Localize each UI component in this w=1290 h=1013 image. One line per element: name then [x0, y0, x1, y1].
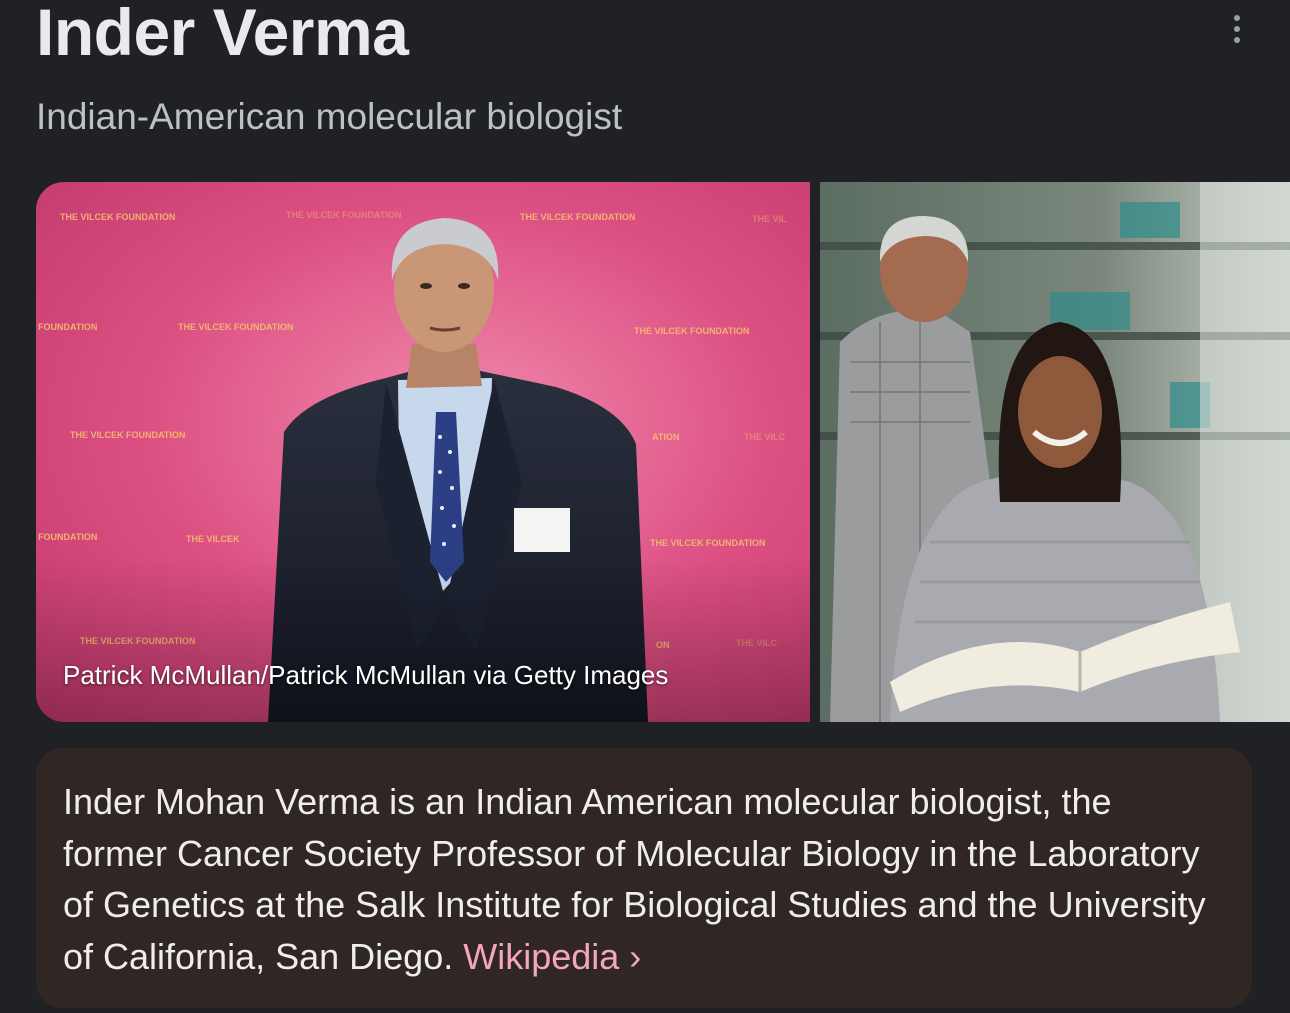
main-photo[interactable]: THE VILCEK FOUNDATION THE VILCEK FOUNDAT…: [36, 182, 810, 722]
main-photo-image: THE VILCEK FOUNDATION THE VILCEK FOUNDAT…: [36, 182, 810, 722]
wikipedia-link[interactable]: Wikipedia: [463, 936, 619, 977]
entity-subtitle: Indian-American molecular biologist: [36, 96, 623, 137]
description-card: Inder Mohan Verma is an Indian American …: [36, 748, 1252, 1008]
more-vert-icon: [1234, 15, 1240, 21]
image-caption: Patrick McMullan/Patrick McMullan via Ge…: [63, 660, 669, 690]
second-photo-image: [820, 182, 1290, 722]
page-title: Inder Verma: [36, 0, 409, 69]
second-photo[interactable]: [820, 182, 1290, 722]
chevron-right-icon[interactable]: ›: [629, 936, 641, 977]
more-options-button[interactable]: [1220, 12, 1254, 46]
description-paragraph: Inder Mohan Verma is an Indian American …: [63, 776, 1224, 982]
